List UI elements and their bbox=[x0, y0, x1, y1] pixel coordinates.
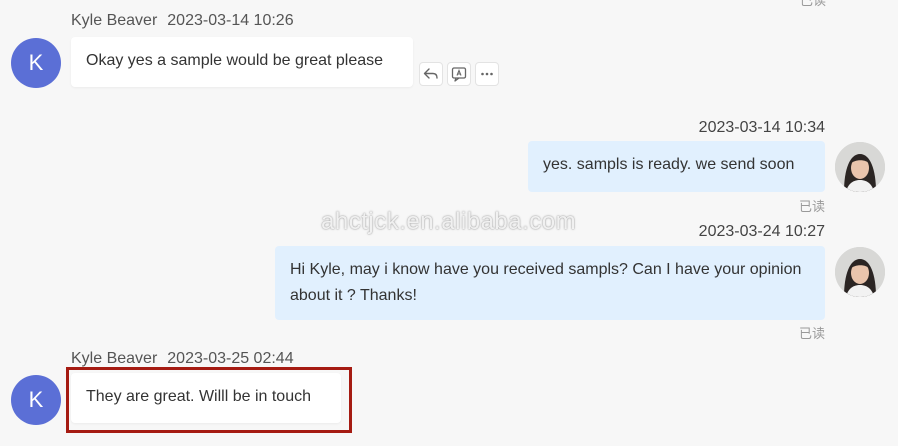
message-text: Hi Kyle, may i know have you received sa… bbox=[290, 261, 802, 304]
avatar-letter: K bbox=[28, 50, 44, 75]
message-meta: Kyle Beaver 2023-03-25 02:44 bbox=[71, 350, 294, 368]
message-time: 2023-03-14 10:26 bbox=[167, 12, 294, 29]
message-time: 2023-03-25 02:44 bbox=[167, 350, 294, 367]
read-status: 已读 bbox=[798, 199, 825, 214]
avatar[interactable]: K bbox=[11, 38, 61, 88]
avatar[interactable] bbox=[835, 247, 885, 297]
user-photo-icon bbox=[835, 142, 885, 192]
avatar[interactable] bbox=[835, 142, 885, 192]
sender-name: Kyle Beaver bbox=[71, 350, 158, 367]
sender-name: Kyle Beaver bbox=[71, 12, 158, 29]
translate-button[interactable] bbox=[447, 62, 471, 86]
incoming-message-bubble[interactable]: Okay yes a sample would be great please bbox=[71, 37, 413, 87]
avatar-letter: K bbox=[28, 387, 44, 412]
message-time: 2023-03-24 10:27 bbox=[698, 223, 825, 240]
read-status-partial: 已读 bbox=[799, 0, 826, 8]
outgoing-message-bubble[interactable]: Hi Kyle, may i know have you received sa… bbox=[275, 246, 825, 320]
message-text: Okay yes a sample would be great please bbox=[86, 52, 384, 69]
translate-icon bbox=[451, 67, 467, 82]
message-text: They are great. Willl be in touch bbox=[86, 388, 311, 405]
message-text: yes. sampls is ready. we send soon bbox=[543, 156, 795, 173]
incoming-message-bubble[interactable]: They are great. Willl be in touch bbox=[71, 373, 341, 423]
message-actions bbox=[419, 62, 499, 86]
more-button[interactable] bbox=[475, 62, 499, 86]
reply-button[interactable] bbox=[419, 62, 443, 86]
message-time: 2023-03-14 10:34 bbox=[698, 119, 825, 136]
more-icon bbox=[481, 72, 493, 76]
user-photo-icon bbox=[835, 247, 885, 297]
read-status: 已读 bbox=[798, 326, 825, 341]
avatar[interactable]: K bbox=[11, 375, 61, 425]
reply-icon bbox=[423, 68, 438, 79]
outgoing-message-bubble[interactable]: yes. sampls is ready. we send soon bbox=[528, 141, 825, 192]
message-meta: Kyle Beaver 2023-03-14 10:26 bbox=[71, 12, 294, 30]
watermark: ahctjck.en.alibaba.com bbox=[321, 208, 577, 235]
